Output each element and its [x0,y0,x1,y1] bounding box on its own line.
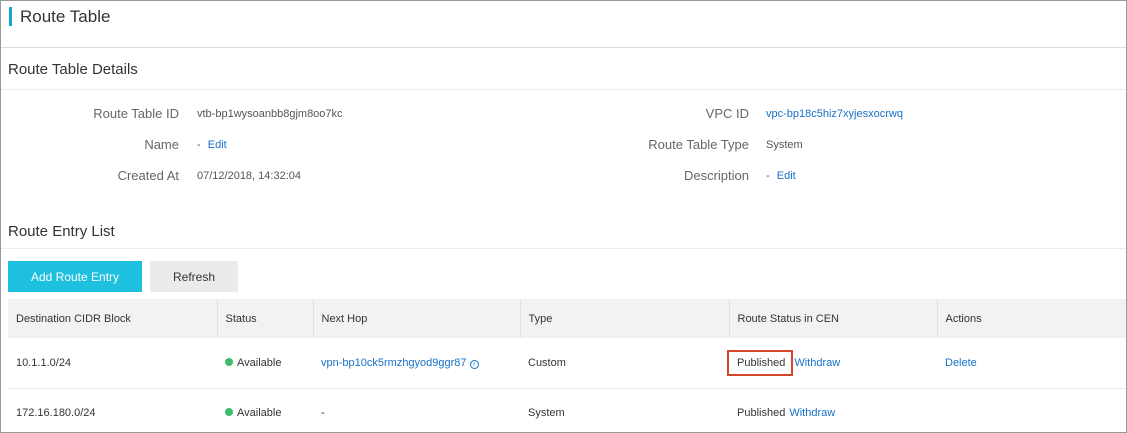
withdraw-link[interactable]: Withdraw [789,407,835,419]
next-hop-link[interactable]: vpn-bp10ck5rmzhgyod9ggr87 [321,357,467,369]
name-value: - [197,139,201,151]
column-header-actions: Actions [937,299,1126,338]
page-title-text: Route Table [20,6,111,26]
info-icon[interactable]: i [469,359,479,369]
column-header-type: Type [520,299,730,338]
cen-status-highlight: Published [727,349,794,376]
description-value: - [766,170,770,182]
type-cell: Custom [520,338,729,389]
column-header-next-hop: Next Hop [313,299,521,338]
vpc-id-link[interactable]: vpc-bp18c5hiz7xyjesxocrwq [766,108,903,120]
route-table-id-label: Route Table ID [93,106,179,121]
description-label: Description [683,168,749,183]
divider [1,47,1126,48]
actions-cell [937,388,1126,432]
column-header-cidr: Destination CIDR Block [8,299,218,338]
table-header-row: Destination CIDR Block Status Next Hop T… [8,299,1126,338]
edit-name-link[interactable]: Edit [208,139,227,151]
status-text: Available [237,356,282,369]
cen-status-cell: Published Withdraw [727,338,937,389]
vpc-id-label: VPC ID [705,106,749,121]
table-row: 172.16.180.0/24 Available - System Publi… [8,388,1126,432]
route-entry-table: Destination CIDR Block Status Next Hop T… [8,299,1126,432]
type-cell: System [528,407,565,420]
cen-status-cell: Published Withdraw [729,388,937,432]
cen-status-text: Published [737,407,786,420]
next-hop-cell: - [321,407,325,420]
delete-link[interactable]: Delete [945,357,977,369]
created-at-value: 07/12/2018, 14:32:04 [197,170,301,182]
divider [1,248,1126,249]
status-text: Available [237,407,282,420]
status-available-icon [225,408,233,417]
refresh-button[interactable]: Refresh [150,261,238,292]
created-at-label: Created At [117,168,179,183]
route-table-type-label: Route Table Type [648,137,749,152]
page-title: Route Table [9,7,110,26]
route-table-id-value: vtb-bp1wysoanbb8gjm8oo7kc [197,108,343,120]
status-available-icon [225,357,233,366]
cen-status-text: Published [737,356,786,369]
route-table-type-value: System [766,139,803,151]
divider [1,89,1126,90]
cidr-cell: 10.1.1.0/24 [8,338,217,389]
name-label: Name [144,137,179,152]
details-section-title: Route Table Details [8,61,138,78]
actions-cell: Delete [937,338,1126,389]
cidr-cell: 172.16.180.0/24 [16,407,96,420]
edit-description-link[interactable]: Edit [777,170,796,182]
status-cell: Available [217,338,313,389]
name-field: - Edit [197,139,227,151]
description-field: - Edit [766,170,796,182]
withdraw-link[interactable]: Withdraw [794,357,840,369]
route-entry-section-title: Route Entry List [8,223,115,240]
table-row: 10.1.1.0/24 Available vpn-bp10ck5rmzhgyo… [8,338,1126,389]
status-cell: Available [217,388,313,432]
title-accent-bar [9,7,12,26]
column-header-cen-status: Route Status in CEN [729,299,938,338]
column-header-status: Status [217,299,314,338]
route-table-page: Route Table Route Table Details Route Ta… [0,0,1127,433]
next-hop-cell: vpn-bp10ck5rmzhgyod9ggr87 i [313,338,520,389]
add-route-entry-button[interactable]: Add Route Entry [8,261,142,292]
